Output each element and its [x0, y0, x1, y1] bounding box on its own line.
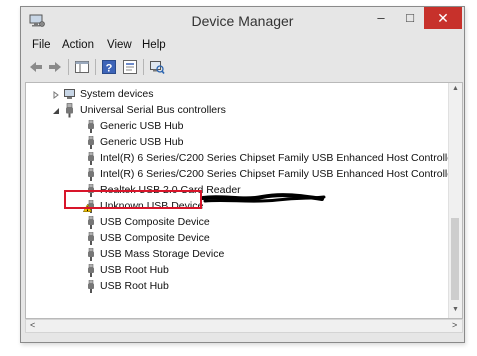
svg-text:?: ? [106, 63, 113, 75]
title-bar: Device Manager – □ ✕ [21, 7, 464, 35]
device-label: USB Mass Storage Device [100, 248, 225, 260]
tree-node-label: System devices [80, 88, 154, 100]
usb-plug-icon [88, 280, 94, 293]
device-label: USB Composite Device [100, 232, 210, 244]
device-label: Generic USB Hub [100, 120, 184, 132]
scroll-right-arrow-icon[interactable]: > [452, 320, 457, 330]
scroll-left-arrow-icon[interactable]: < [30, 320, 35, 330]
redaction-scribble [202, 193, 326, 203]
menu-help[interactable]: Help [142, 39, 166, 51]
usb-plug-icon [88, 152, 94, 165]
usb-plug-icon [88, 168, 94, 181]
tree-node-label: Universal Serial Bus controllers [80, 104, 226, 116]
forward-arrow-icon[interactable] [47, 59, 63, 75]
console-tree-icon[interactable] [74, 59, 90, 75]
tree-expand-arrow-icon[interactable] [52, 91, 60, 99]
back-arrow-icon[interactable] [28, 59, 44, 75]
maximize-button[interactable]: □ [396, 7, 424, 29]
menu-view[interactable]: View [107, 39, 132, 51]
usb-plug-icon [88, 216, 94, 229]
highlight-annotation [64, 190, 202, 209]
system-devices-icon [64, 89, 75, 99]
horizontal-scrollbar[interactable]: < > [25, 319, 463, 333]
properties-icon[interactable] [122, 59, 138, 75]
scroll-down-arrow-icon[interactable]: ▼ [449, 306, 462, 313]
menu-file[interactable]: File [32, 39, 51, 51]
scrollbar-thumb[interactable] [451, 218, 459, 300]
usb-plug-icon [88, 136, 94, 149]
usb-plug-icon [88, 264, 94, 277]
menu-action[interactable]: Action [62, 39, 94, 51]
device-label: USB Root Hub [100, 264, 169, 276]
usb-plug-icon [66, 103, 73, 118]
status-bar [21, 333, 464, 343]
toolbar: ? [21, 56, 464, 78]
minimize-button[interactable]: – [367, 7, 395, 29]
scroll-up-arrow-icon[interactable]: ▲ [449, 85, 462, 92]
help-icon[interactable]: ? [101, 59, 117, 75]
device-manager-window: Device Manager – □ ✕ File Action View He… [20, 6, 465, 343]
vertical-scrollbar[interactable]: ▲ ▼ [448, 83, 462, 318]
usb-plug-icon [88, 120, 94, 133]
toolbar-separator [143, 59, 144, 75]
toolbar-separator [68, 59, 69, 75]
device-label: USB Composite Device [100, 216, 210, 228]
device-label: USB Root Hub [100, 280, 169, 292]
tree-collapse-arrow-icon[interactable] [52, 107, 60, 115]
device-label: Intel(R) 6 Series/C200 Series Chipset Fa… [100, 168, 463, 180]
usb-plug-icon [88, 248, 94, 261]
device-label: Intel(R) 6 Series/C200 Series Chipset Fa… [100, 152, 463, 164]
usb-plug-icon [88, 232, 94, 245]
toolbar-separator [95, 59, 96, 75]
device-label: Generic USB Hub [100, 136, 184, 148]
scan-hardware-icon[interactable] [149, 59, 165, 75]
menu-bar: File Action View Help [21, 37, 464, 55]
close-button[interactable]: ✕ [424, 7, 462, 29]
